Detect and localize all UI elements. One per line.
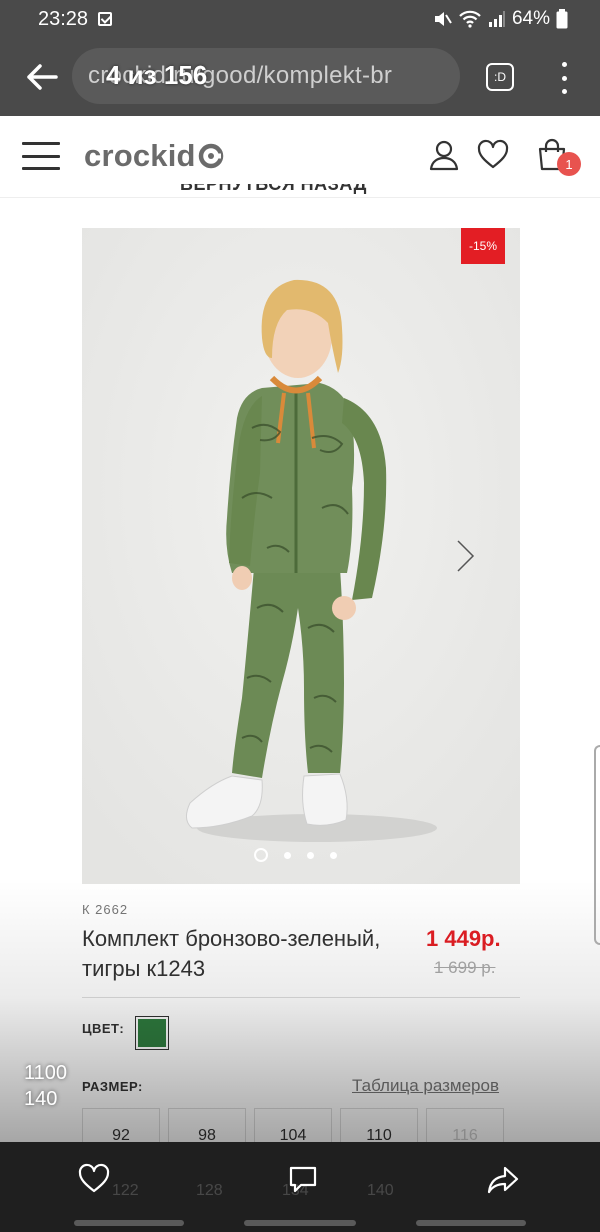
product-title: Комплект бронзово-зеленый, тигры к1243 (82, 926, 381, 981)
nav-gesture-pill (244, 1220, 356, 1226)
battery-icon (556, 9, 568, 29)
back-link-label: ВЕРНУТЬСЯ НАЗАД (180, 184, 367, 194)
arrow-left-icon (27, 64, 58, 90)
viewer-bottom-bar: 122 128 134 140 (0, 1142, 600, 1232)
carousel-dot[interactable] (307, 851, 314, 859)
faint-size-label: 128 (196, 1182, 223, 1199)
menu-dot (561, 62, 567, 67)
overlay-line-1: 1100 (24, 1062, 68, 1084)
overlay-line-2: 140 (24, 1088, 58, 1110)
size-option-92[interactable]: 92 (82, 1108, 160, 1142)
size-value: 104 (279, 1127, 307, 1142)
tabs-button[interactable]: :D (486, 63, 514, 91)
burger-line (22, 154, 60, 158)
hamburger-menu-button[interactable] (22, 142, 60, 170)
size-table-link[interactable]: Таблица размеров (352, 1076, 499, 1096)
size-option-110[interactable]: 110 (340, 1108, 418, 1142)
status-right: 64% (432, 8, 568, 30)
menu-dot (561, 75, 567, 81)
discount-badge: -15% (461, 228, 505, 264)
size-option-116: 116 (426, 1108, 504, 1142)
size-selector: 92 98 104 110 116 (82, 1108, 512, 1142)
heart-icon[interactable] (476, 138, 510, 172)
status-time: 23:28 (38, 7, 89, 30)
logo-mark-icon (198, 143, 223, 169)
faint-size-label: 122 (112, 1182, 139, 1199)
back-link[interactable]: ВЕРНУТЬСЯ НАЗАД (180, 184, 420, 202)
browser-toolbar: crockid.ru/good/komplekt-br 4 из 156 :D (0, 38, 600, 116)
carousel-dot[interactable] (284, 851, 291, 859)
divider (82, 997, 520, 998)
burger-line (22, 167, 60, 170)
site-logo[interactable]: crockid (84, 138, 224, 174)
carousel-dot[interactable] (330, 851, 337, 859)
edge-panel-handle[interactable] (594, 745, 600, 945)
color-label: ЦВЕТ: (82, 1021, 125, 1036)
notification-icon (98, 12, 113, 26)
favorite-heart-icon[interactable] (77, 1162, 111, 1196)
size-option-98[interactable]: 98 (168, 1108, 246, 1142)
share-icon[interactable] (486, 1162, 520, 1196)
logo-text: crockid (84, 138, 196, 173)
size-value: 98 (198, 1127, 216, 1142)
color-swatch-green[interactable] (135, 1016, 169, 1050)
gallery-counter: 4 из 156 (106, 60, 208, 90)
gallery-overlay-fade (0, 880, 600, 1142)
user-icon[interactable] (427, 138, 461, 172)
wifi-icon (459, 10, 481, 28)
product-sku: К 2662 (82, 902, 129, 917)
size-value: 92 (112, 1127, 130, 1142)
size-value: 116 (452, 1127, 478, 1142)
faint-size-label: 140 (367, 1182, 394, 1199)
product-image-carousel[interactable]: -15% (82, 228, 520, 884)
nav-gesture-pill (74, 1220, 184, 1226)
carousel-dots (254, 848, 337, 862)
size-label: РАЗМЕР: (82, 1079, 143, 1094)
comment-icon[interactable] (286, 1162, 320, 1196)
status-bar: 23:28 64% (0, 0, 600, 38)
nav-gesture-pill (416, 1220, 526, 1226)
signal-icon (488, 11, 505, 27)
burger-line (22, 142, 60, 145)
image-dimensions-overlay: 1100 140 (24, 1060, 67, 1112)
menu-dot (561, 89, 567, 94)
old-price: 1 699 р. (434, 958, 496, 977)
mute-icon (434, 12, 452, 26)
battery-percent: 64% (511, 8, 550, 29)
browser-menu-button[interactable] (554, 62, 574, 94)
tabs-label: :D (494, 70, 506, 84)
cart-count-badge: 1 (557, 152, 581, 176)
carousel-dot-active[interactable] (254, 848, 268, 862)
current-price: 1 449р. (426, 926, 501, 951)
swatch-fill (138, 1019, 166, 1047)
size-option-104[interactable]: 104 (254, 1108, 332, 1142)
chevron-right-icon[interactable] (454, 538, 478, 574)
size-value: 110 (366, 1127, 392, 1142)
browser-back-button[interactable] (12, 47, 72, 107)
